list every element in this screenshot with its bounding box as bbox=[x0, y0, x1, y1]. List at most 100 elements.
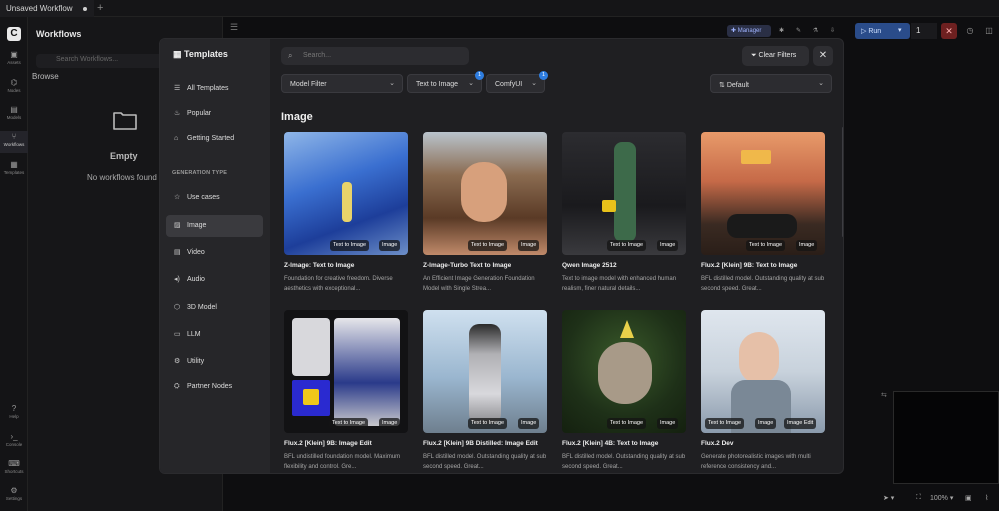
tag-label: Image bbox=[796, 240, 818, 251]
nav-utility[interactable]: ⚙ Utility bbox=[166, 351, 263, 373]
toolbar-brush-icon[interactable]: ✎ bbox=[792, 25, 805, 37]
audio-icon: ◂) bbox=[174, 276, 180, 283]
tag-label: Text to Image bbox=[607, 418, 647, 429]
template-description: BFL undistilled foundation model. Maximu… bbox=[284, 454, 401, 470]
template-thumbnail bbox=[284, 310, 408, 433]
manager-button[interactable]: ✚ Manager bbox=[727, 25, 771, 37]
minimap-toggle-icon[interactable]: ▣ bbox=[965, 494, 972, 502]
template-thumbnail bbox=[701, 132, 825, 255]
nav-video[interactable]: ▤ Video bbox=[166, 242, 263, 264]
generation-type-label: GENERATION TYPE bbox=[172, 170, 228, 176]
close-dialog-button[interactable]: ✕ bbox=[813, 46, 833, 66]
template-title: Z-Image: Text to Image bbox=[284, 262, 355, 269]
template-card[interactable]: Text to Image Image Z-Image: Text to Ima… bbox=[284, 132, 408, 302]
browse-label: Browse bbox=[32, 72, 59, 81]
rail-item-settings[interactable]: ⚙ Settings bbox=[0, 486, 28, 506]
tab-title: Unsaved Workflow bbox=[6, 4, 73, 13]
sort-select[interactable]: ⇅ Default ⌄ bbox=[710, 74, 832, 93]
template-card[interactable]: Text to Image Image Flux.2 [Klein] 4B: T… bbox=[562, 310, 686, 473]
template-title: Qwen Image 2512 bbox=[562, 262, 617, 269]
rail-item-assets[interactable]: ▣ Assets bbox=[0, 50, 28, 70]
tab-unsaved-workflow[interactable]: Unsaved Workflow bbox=[0, 0, 94, 17]
nav-llm[interactable]: ▭ LLM bbox=[166, 324, 263, 346]
template-card[interactable]: Text to Image Image Qwen Image 2512 Text… bbox=[562, 132, 686, 302]
template-title: Z-Image-Turbo Text to Image bbox=[423, 262, 512, 269]
models-icon: ▤ bbox=[10, 105, 18, 114]
template-card[interactable]: Text to Image Image Flux.2 [Klein] 9B: T… bbox=[701, 132, 825, 302]
chevron-down-icon: ⌄ bbox=[531, 80, 537, 87]
batch-count-input[interactable]: 1 bbox=[911, 23, 937, 39]
new-tab-button[interactable]: + bbox=[97, 2, 103, 14]
nav-all-templates[interactable]: ☰ All Templates bbox=[166, 78, 263, 100]
history-icon[interactable]: ◷ bbox=[962, 23, 978, 39]
rail-item-shortcuts[interactable]: ⌨ Shortcuts bbox=[0, 459, 28, 479]
keyboard-icon: ⌨ bbox=[8, 459, 20, 468]
toolbar-star-icon[interactable]: ✱ bbox=[775, 25, 788, 37]
fit-view-icon[interactable]: ⛶ bbox=[916, 494, 921, 502]
nav-audio[interactable]: ◂) Audio bbox=[166, 269, 263, 291]
tag-label: Text to Image bbox=[330, 240, 370, 251]
template-thumbnail bbox=[701, 310, 825, 433]
panel-toggle-icon[interactable]: ◫ bbox=[981, 23, 997, 39]
model-filter-select[interactable]: Model Filter ⌄ bbox=[281, 74, 403, 93]
tag-label: Text to Image bbox=[468, 240, 508, 251]
video-icon: ▤ bbox=[174, 249, 181, 256]
task-filter-badge: 1 bbox=[475, 71, 484, 80]
template-card[interactable]: Text to Image Image Image Edit Flux.2 De… bbox=[701, 310, 825, 473]
provider-filter-badge: 1 bbox=[539, 71, 548, 80]
sort-icon: ⇅ bbox=[719, 82, 727, 89]
template-thumbnail bbox=[423, 132, 547, 255]
nav-3d-model[interactable]: ⬡ 3D Model bbox=[166, 297, 263, 319]
task-filter-select[interactable]: Text to Image ⌄ bbox=[407, 74, 482, 93]
clear-filters-button[interactable]: ⏷ Clear Filters bbox=[742, 46, 809, 66]
template-card[interactable]: Text to Image Image Z-Image-Turbo Text t… bbox=[423, 132, 547, 302]
nav-getting-started[interactable]: ⌂ Getting Started bbox=[166, 129, 263, 151]
chat-icon: ▭ bbox=[174, 331, 181, 338]
unsaved-dot-icon bbox=[83, 7, 87, 11]
templates-title: ▦ Templates bbox=[173, 49, 228, 59]
template-description: BFL distilled model. Outstanding quality… bbox=[562, 454, 686, 470]
tag-label: Text to Image bbox=[705, 418, 745, 429]
link-toggle-icon[interactable]: ⌇ bbox=[985, 494, 988, 502]
chevron-down-icon[interactable]: ▾ bbox=[898, 26, 902, 34]
templates-icon: ▦ bbox=[173, 49, 185, 59]
scrollbar[interactable] bbox=[842, 127, 843, 237]
templates-search-input[interactable]: ⌕ Search... bbox=[281, 47, 469, 65]
rail-item-console[interactable]: ›_ Console bbox=[0, 432, 28, 452]
rail-item-help[interactable]: ? Help bbox=[0, 404, 28, 424]
rail-item-nodes[interactable]: ⌬ Nodes bbox=[0, 78, 28, 98]
nav-image[interactable]: ▨ Image bbox=[166, 215, 263, 237]
cancel-run-button[interactable]: ✕ bbox=[941, 23, 957, 39]
template-description: Generate photorealistic images with mult… bbox=[701, 454, 811, 470]
template-title: Flux.2 [Klein] 4B: Text to Image bbox=[562, 440, 659, 447]
template-description: Foundation for creative freedom. Diverse… bbox=[284, 276, 393, 292]
fire-icon: ♨ bbox=[174, 110, 181, 117]
comfy-logo-icon[interactable]: C bbox=[7, 27, 21, 41]
zoom-level[interactable]: 100% ▾ bbox=[930, 494, 953, 502]
toolbar-bug-icon[interactable]: ⚗ bbox=[809, 25, 822, 37]
template-thumbnail bbox=[423, 310, 547, 433]
nav-partner-nodes[interactable]: ⛭ Partner Nodes bbox=[166, 377, 263, 399]
tag-label: Image bbox=[518, 240, 540, 251]
tag-label: Image Edit bbox=[784, 418, 817, 429]
template-card[interactable]: Text to Image Image Flux.2 [Klein] 9B: I… bbox=[284, 310, 408, 473]
gear-icon: ⚙ bbox=[174, 358, 181, 365]
rail-item-templates[interactable]: ▦ Templates bbox=[0, 160, 28, 180]
folder-icon bbox=[113, 112, 137, 130]
nav-use-cases[interactable]: ☆ Use cases bbox=[166, 187, 263, 209]
rail-item-models[interactable]: ▤ Models bbox=[0, 105, 28, 125]
toolbar-download-icon[interactable]: ⇩ bbox=[826, 25, 839, 37]
tag-label: Image bbox=[518, 418, 540, 429]
handshake-icon: ⛭ bbox=[174, 383, 180, 390]
run-button[interactable]: ▷ Run ▾ bbox=[855, 23, 910, 39]
template-title: Flux.2 [Klein] 9B Distilled: Image Edit bbox=[423, 440, 538, 447]
provider-filter-select[interactable]: ComfyUI ⌄ bbox=[486, 74, 545, 93]
nav-popular[interactable]: ♨ Popular bbox=[166, 103, 263, 125]
tag-label: Image bbox=[379, 240, 401, 251]
rail-item-workflows[interactable]: ⑂ Workflows bbox=[0, 131, 28, 153]
pointer-icon[interactable]: ➤ ▾ bbox=[883, 494, 894, 502]
minimap-settings-icon[interactable]: ⇆ bbox=[881, 391, 887, 399]
menu-icon[interactable]: ☰ bbox=[230, 22, 238, 33]
minimap[interactable] bbox=[893, 391, 999, 484]
template-card[interactable]: Text to Image Image Flux.2 [Klein] 9B Di… bbox=[423, 310, 547, 473]
